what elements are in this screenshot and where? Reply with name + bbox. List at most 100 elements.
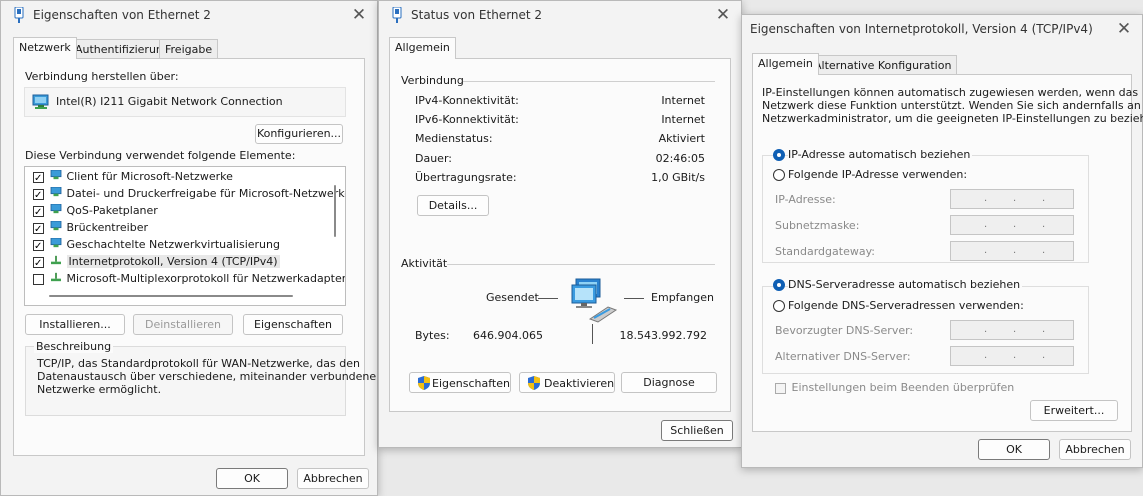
item-checkbox[interactable] <box>33 170 44 187</box>
tab-alternative-konfiguration[interactable]: Alternative Konfiguration <box>808 55 958 75</box>
diagnose-button[interactable]: Diagnose <box>621 372 717 393</box>
shield-icon <box>418 376 430 390</box>
bytes-divider <box>592 324 593 344</box>
configure-button[interactable]: Konfigurieren... <box>255 124 343 144</box>
validate-checkbox[interactable] <box>775 382 786 394</box>
item-label: Brückentreiber <box>66 221 149 234</box>
ethernet-properties-dialog: Eigenschaften von Ethernet 2 ✕ Netzwerk … <box>0 0 378 496</box>
uninstall-button[interactable]: Deinstallieren <box>133 314 233 335</box>
list-item[interactable]: Geschachtelte Netzwerkvirtualisierung <box>33 236 280 255</box>
ip-manual-label[interactable]: Folgende IP-Adresse verwenden: <box>788 168 970 181</box>
disable-button[interactable]: Deaktivieren <box>519 372 615 393</box>
list-item[interactable]: Brückentreiber <box>33 219 149 238</box>
item-label: Microsoft-Multiplexorprotokoll für Netzw… <box>66 272 346 285</box>
network-connection-icon <box>571 278 618 323</box>
protocol-icon <box>51 255 61 265</box>
gateway-label: Standardgateway: <box>775 245 875 258</box>
dns-preferred-label: Bevorzugter DNS-Server: <box>775 324 914 337</box>
ip-manual-radio[interactable] <box>773 169 785 181</box>
item-checkbox[interactable] <box>33 238 44 255</box>
list-item[interactable]: Datei- und Druckerfreigabe für Microsoft… <box>33 185 346 204</box>
item-checkbox[interactable] <box>33 221 44 238</box>
tab-allgemein[interactable]: Allgemein <box>752 53 819 75</box>
intro-line-3: Netzwerkadministrator, um die geeigneten… <box>762 112 1143 125</box>
media-status-label: Medienstatus: <box>415 132 493 145</box>
dns-preferred-field[interactable]: ... <box>950 320 1074 340</box>
item-label: Datei- und Druckerfreigabe für Microsoft… <box>66 187 346 200</box>
adapter-field: Intel(R) I211 Gigabit Network Connection <box>24 87 346 117</box>
duration-label: Dauer: <box>415 152 452 165</box>
ipv4-title: Eigenschaften von Internetprotokoll, Ver… <box>750 22 1093 36</box>
tab-allgemein[interactable]: Allgemein <box>389 37 456 59</box>
speed-value: 1,0 GBit/s <box>651 171 705 184</box>
shield-icon <box>528 376 540 390</box>
list-item-selected[interactable]: Internetprotokoll, Version 4 (TCP/IPv4) <box>33 253 280 272</box>
network-client-icon <box>50 170 62 180</box>
description-text-line-2: Datenaustausch über verschiedene, mitein… <box>37 370 377 383</box>
bytes-label: Bytes: <box>415 329 450 342</box>
dns-auto-radio[interactable] <box>773 279 785 291</box>
bytes-sent-value: 646.904.065 <box>473 329 543 342</box>
ethernet-properties-title: Eigenschaften von Ethernet 2 <box>33 8 211 22</box>
advanced-button[interactable]: Erweitert... <box>1030 400 1118 421</box>
list-item[interactable]: Microsoft-Multiplexorprotokoll für Netzw… <box>33 270 346 287</box>
ipv4-properties-dialog: Eigenschaften von Internetprotokoll, Ver… <box>741 14 1143 468</box>
dns-auto-label[interactable]: DNS-Serveradresse automatisch beziehen <box>788 278 1023 291</box>
item-checkbox[interactable] <box>33 255 44 272</box>
network-client-icon <box>50 221 62 231</box>
properties-button[interactable]: Eigenschaften <box>243 314 343 335</box>
vertical-scrollbar[interactable] <box>334 185 336 237</box>
install-button[interactable]: Installieren... <box>25 314 125 335</box>
dns-manual-radio[interactable] <box>773 300 785 312</box>
item-label: QoS-Paketplaner <box>66 204 158 217</box>
cancel-button[interactable]: Abbrechen <box>1059 439 1131 460</box>
description-text-line-1: TCP/IP, das Standardprotokoll für WAN-Ne… <box>37 357 360 370</box>
status-panel <box>389 58 731 412</box>
list-item[interactable]: Client für Microsoft-Netzwerke <box>33 168 233 187</box>
network-client-icon <box>50 204 62 214</box>
ipv4-titlebar[interactable]: Eigenschaften von Internetprotokoll, Ver… <box>742 15 1142 45</box>
ok-button[interactable]: OK <box>978 439 1050 460</box>
gateway-field[interactable]: ... <box>950 241 1074 261</box>
close-button[interactable]: Schließen <box>661 420 733 441</box>
subnet-mask-field[interactable]: ... <box>950 215 1074 235</box>
ethernet-properties-titlebar[interactable]: Eigenschaften von Ethernet 2 ✕ <box>1 1 377 31</box>
ip-auto-radio[interactable] <box>773 149 785 161</box>
network-adapter-icon <box>14 7 24 23</box>
speed-label: Übertragungsrate: <box>415 171 517 184</box>
status-dialog: Status von Ethernet 2 ✕ Allgemein Verbin… <box>378 0 742 448</box>
status-properties-label: Eigenschaften <box>432 377 510 390</box>
cancel-button[interactable]: Abbrechen <box>297 468 369 489</box>
tab-netzwerk[interactable]: Netzwerk <box>13 37 77 59</box>
disable-label: Deaktivieren <box>544 377 615 390</box>
ip-address-field[interactable]: ... <box>950 189 1074 209</box>
close-icon[interactable]: ✕ <box>713 5 733 25</box>
items-label: Diese Verbindung verwendet folgende Elem… <box>25 149 296 162</box>
dns-alternate-label: Alternativer DNS-Server: <box>775 350 911 363</box>
ipv4-connectivity-label: IPv4-Konnektivität: <box>415 94 519 107</box>
status-properties-button[interactable]: Eigenschaften <box>409 372 511 393</box>
network-connection-icon <box>32 94 49 109</box>
dns-manual-label[interactable]: Folgende DNS-Serveradressen verwenden: <box>788 299 1026 312</box>
validate-checkbox-row[interactable]: Einstellungen beim Beenden überprüfen <box>775 381 1014 394</box>
ip-auto-label[interactable]: IP-Adresse automatisch beziehen <box>788 148 973 161</box>
close-icon[interactable]: ✕ <box>349 5 369 25</box>
dns-alternate-field[interactable]: ... <box>950 346 1074 366</box>
network-client-icon <box>50 238 62 248</box>
item-checkbox[interactable] <box>33 187 44 204</box>
close-icon[interactable]: ✕ <box>1114 19 1134 39</box>
horizontal-scrollbar[interactable] <box>49 295 293 297</box>
details-button[interactable]: Details... <box>417 195 489 216</box>
item-checkbox[interactable] <box>33 204 44 221</box>
tab-freigabe[interactable]: Freigabe <box>159 39 219 59</box>
ipv4-connectivity-value: Internet <box>661 94 705 107</box>
adapter-name: Intel(R) I211 Gigabit Network Connection <box>56 95 283 108</box>
intro-line-2: Netzwerk diese Funktion unterstützt. Wen… <box>762 99 1143 112</box>
item-checkbox[interactable] <box>33 273 44 285</box>
connection-group-line <box>463 81 715 82</box>
list-item[interactable]: QoS-Paketplaner <box>33 202 158 221</box>
intro-line-1: IP-Einstellungen können automatisch zuge… <box>762 86 1139 99</box>
network-adapter-icon <box>392 7 402 23</box>
status-titlebar[interactable]: Status von Ethernet 2 ✕ <box>379 1 741 31</box>
ok-button[interactable]: OK <box>216 468 288 489</box>
